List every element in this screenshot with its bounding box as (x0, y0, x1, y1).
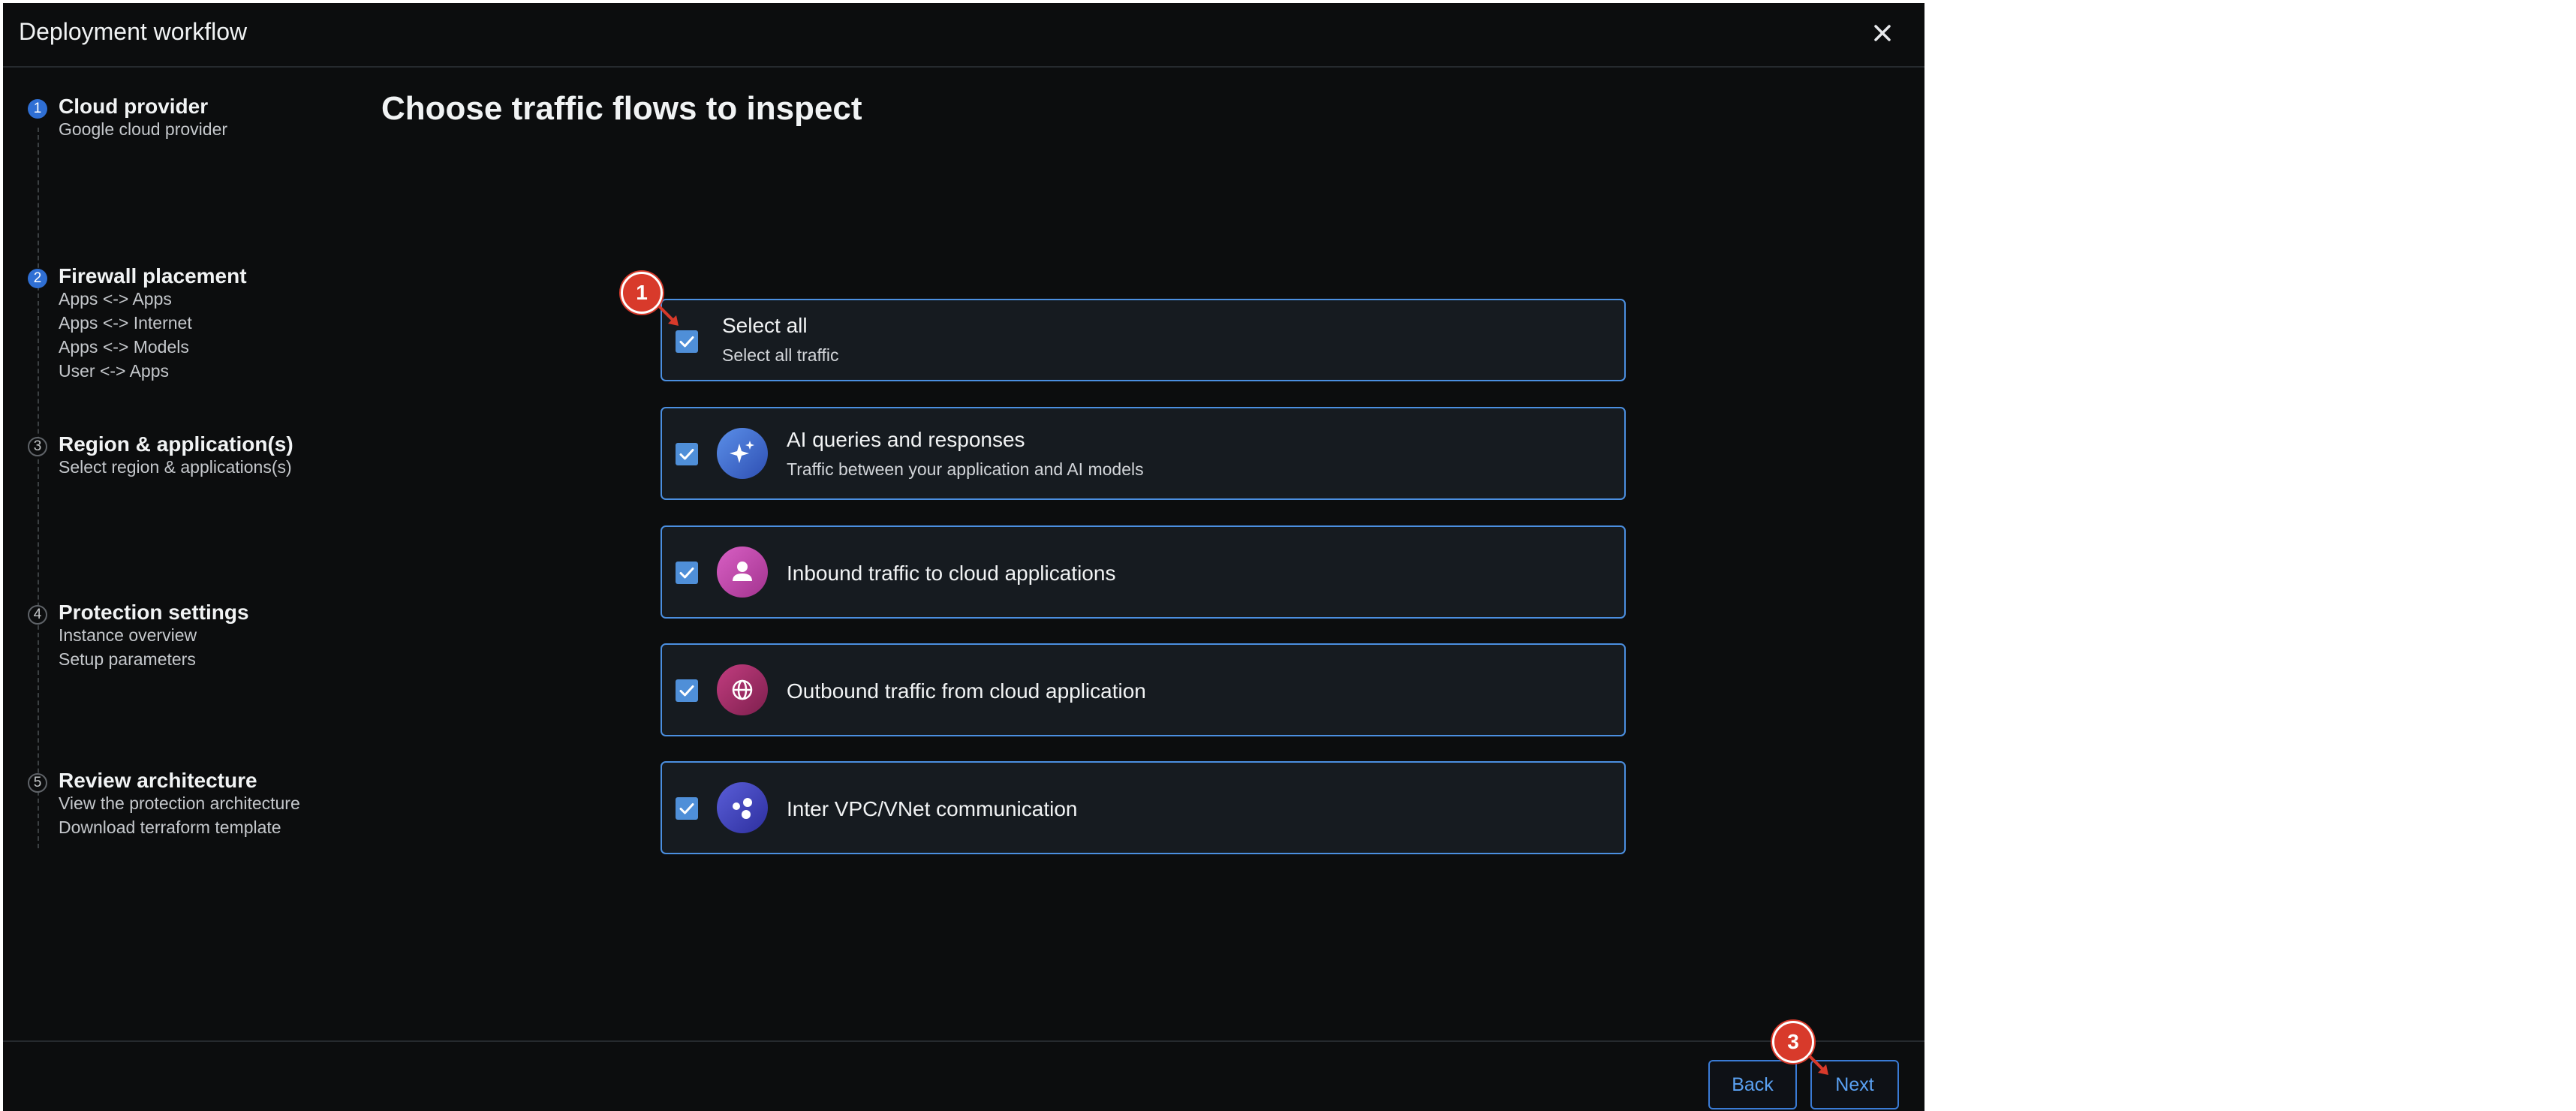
workflow-stepper: 1 Cloud provider Google cloud provider 2… (3, 68, 363, 893)
option-subtitle: Select all traffic (722, 345, 839, 365)
step-title: Firewall placement (59, 264, 247, 288)
step-subtitle: Setup parameters (59, 649, 196, 669)
option-title: Select all (722, 314, 808, 337)
option-inbound-traffic[interactable]: Inbound traffic to cloud applications (661, 525, 1626, 619)
outbound-traffic-checkbox[interactable] (676, 679, 698, 702)
close-button[interactable] (1866, 17, 1899, 50)
option-outbound-traffic[interactable]: Outbound traffic from cloud application (661, 643, 1626, 736)
select-all-checkbox[interactable] (676, 330, 698, 353)
back-button[interactable]: Back (1708, 1060, 1797, 1109)
checkmark-icon (679, 449, 694, 460)
step-subtitle: Google cloud provider (59, 119, 228, 139)
step-number: 5 (28, 773, 47, 793)
user-icon (716, 546, 769, 598)
step-subtitle: Select region & applications(s) (59, 457, 292, 477)
checkmark-icon (679, 568, 694, 579)
footer-divider (3, 1040, 1924, 1042)
network-nodes-icon (716, 781, 769, 834)
page-title: Choose traffic flows to inspect (381, 90, 862, 127)
option-inter-vpc[interactable]: Inter VPC/VNet communication (661, 761, 1626, 854)
close-icon (1874, 25, 1891, 41)
option-ai-queries[interactable]: AI queries and responses Traffic between… (661, 407, 1626, 500)
inbound-traffic-checkbox[interactable] (676, 562, 698, 584)
inter-vpc-checkbox[interactable] (676, 797, 698, 820)
step-number: 1 (28, 99, 47, 119)
ai-queries-checkbox[interactable] (676, 443, 698, 465)
annotation-arrow-1 (658, 305, 679, 326)
step-title: Review architecture (59, 769, 257, 792)
step-subtitle: View the protection architecture (59, 793, 300, 813)
step-subtitle: Download terraform template (59, 817, 281, 837)
step-subtitle: Instance overview (59, 625, 197, 645)
step-number: 4 (28, 605, 47, 625)
option-title: Inbound traffic to cloud applications (787, 562, 1116, 585)
step-number: 2 (28, 269, 47, 288)
sparkle-icon (716, 427, 769, 480)
dialog-header: Deployment workflow (3, 3, 1924, 68)
annotation-arrow-3 (1807, 1054, 1828, 1075)
dialog-title: Deployment workflow (19, 18, 248, 45)
step-subtitle: Apps <-> Apps (59, 289, 172, 309)
step-subtitle: Apps <-> Internet (59, 313, 192, 333)
option-select-all[interactable]: Select all Select all traffic (661, 299, 1626, 381)
option-title: Inter VPC/VNet communication (787, 797, 1078, 820)
option-title: Outbound traffic from cloud application (787, 679, 1146, 703)
step-subtitle: Apps <-> Models (59, 337, 189, 357)
step-title: Protection settings (59, 601, 249, 624)
checkmark-icon (679, 685, 694, 697)
globe-icon (716, 664, 769, 716)
checkmark-icon (679, 336, 694, 348)
stepper-connector-line (38, 128, 39, 848)
option-subtitle: Traffic between your application and AI … (787, 459, 1144, 479)
step-subtitle: User <-> Apps (59, 361, 170, 381)
deployment-workflow-dialog: Deployment workflow 1 Cloud provider Goo… (3, 3, 1924, 1111)
step-title: Region & application(s) (59, 432, 293, 456)
option-title: AI queries and responses (787, 428, 1025, 451)
step-number: 3 (28, 437, 47, 456)
checkmark-icon (679, 803, 694, 814)
step-title: Cloud provider (59, 95, 209, 118)
